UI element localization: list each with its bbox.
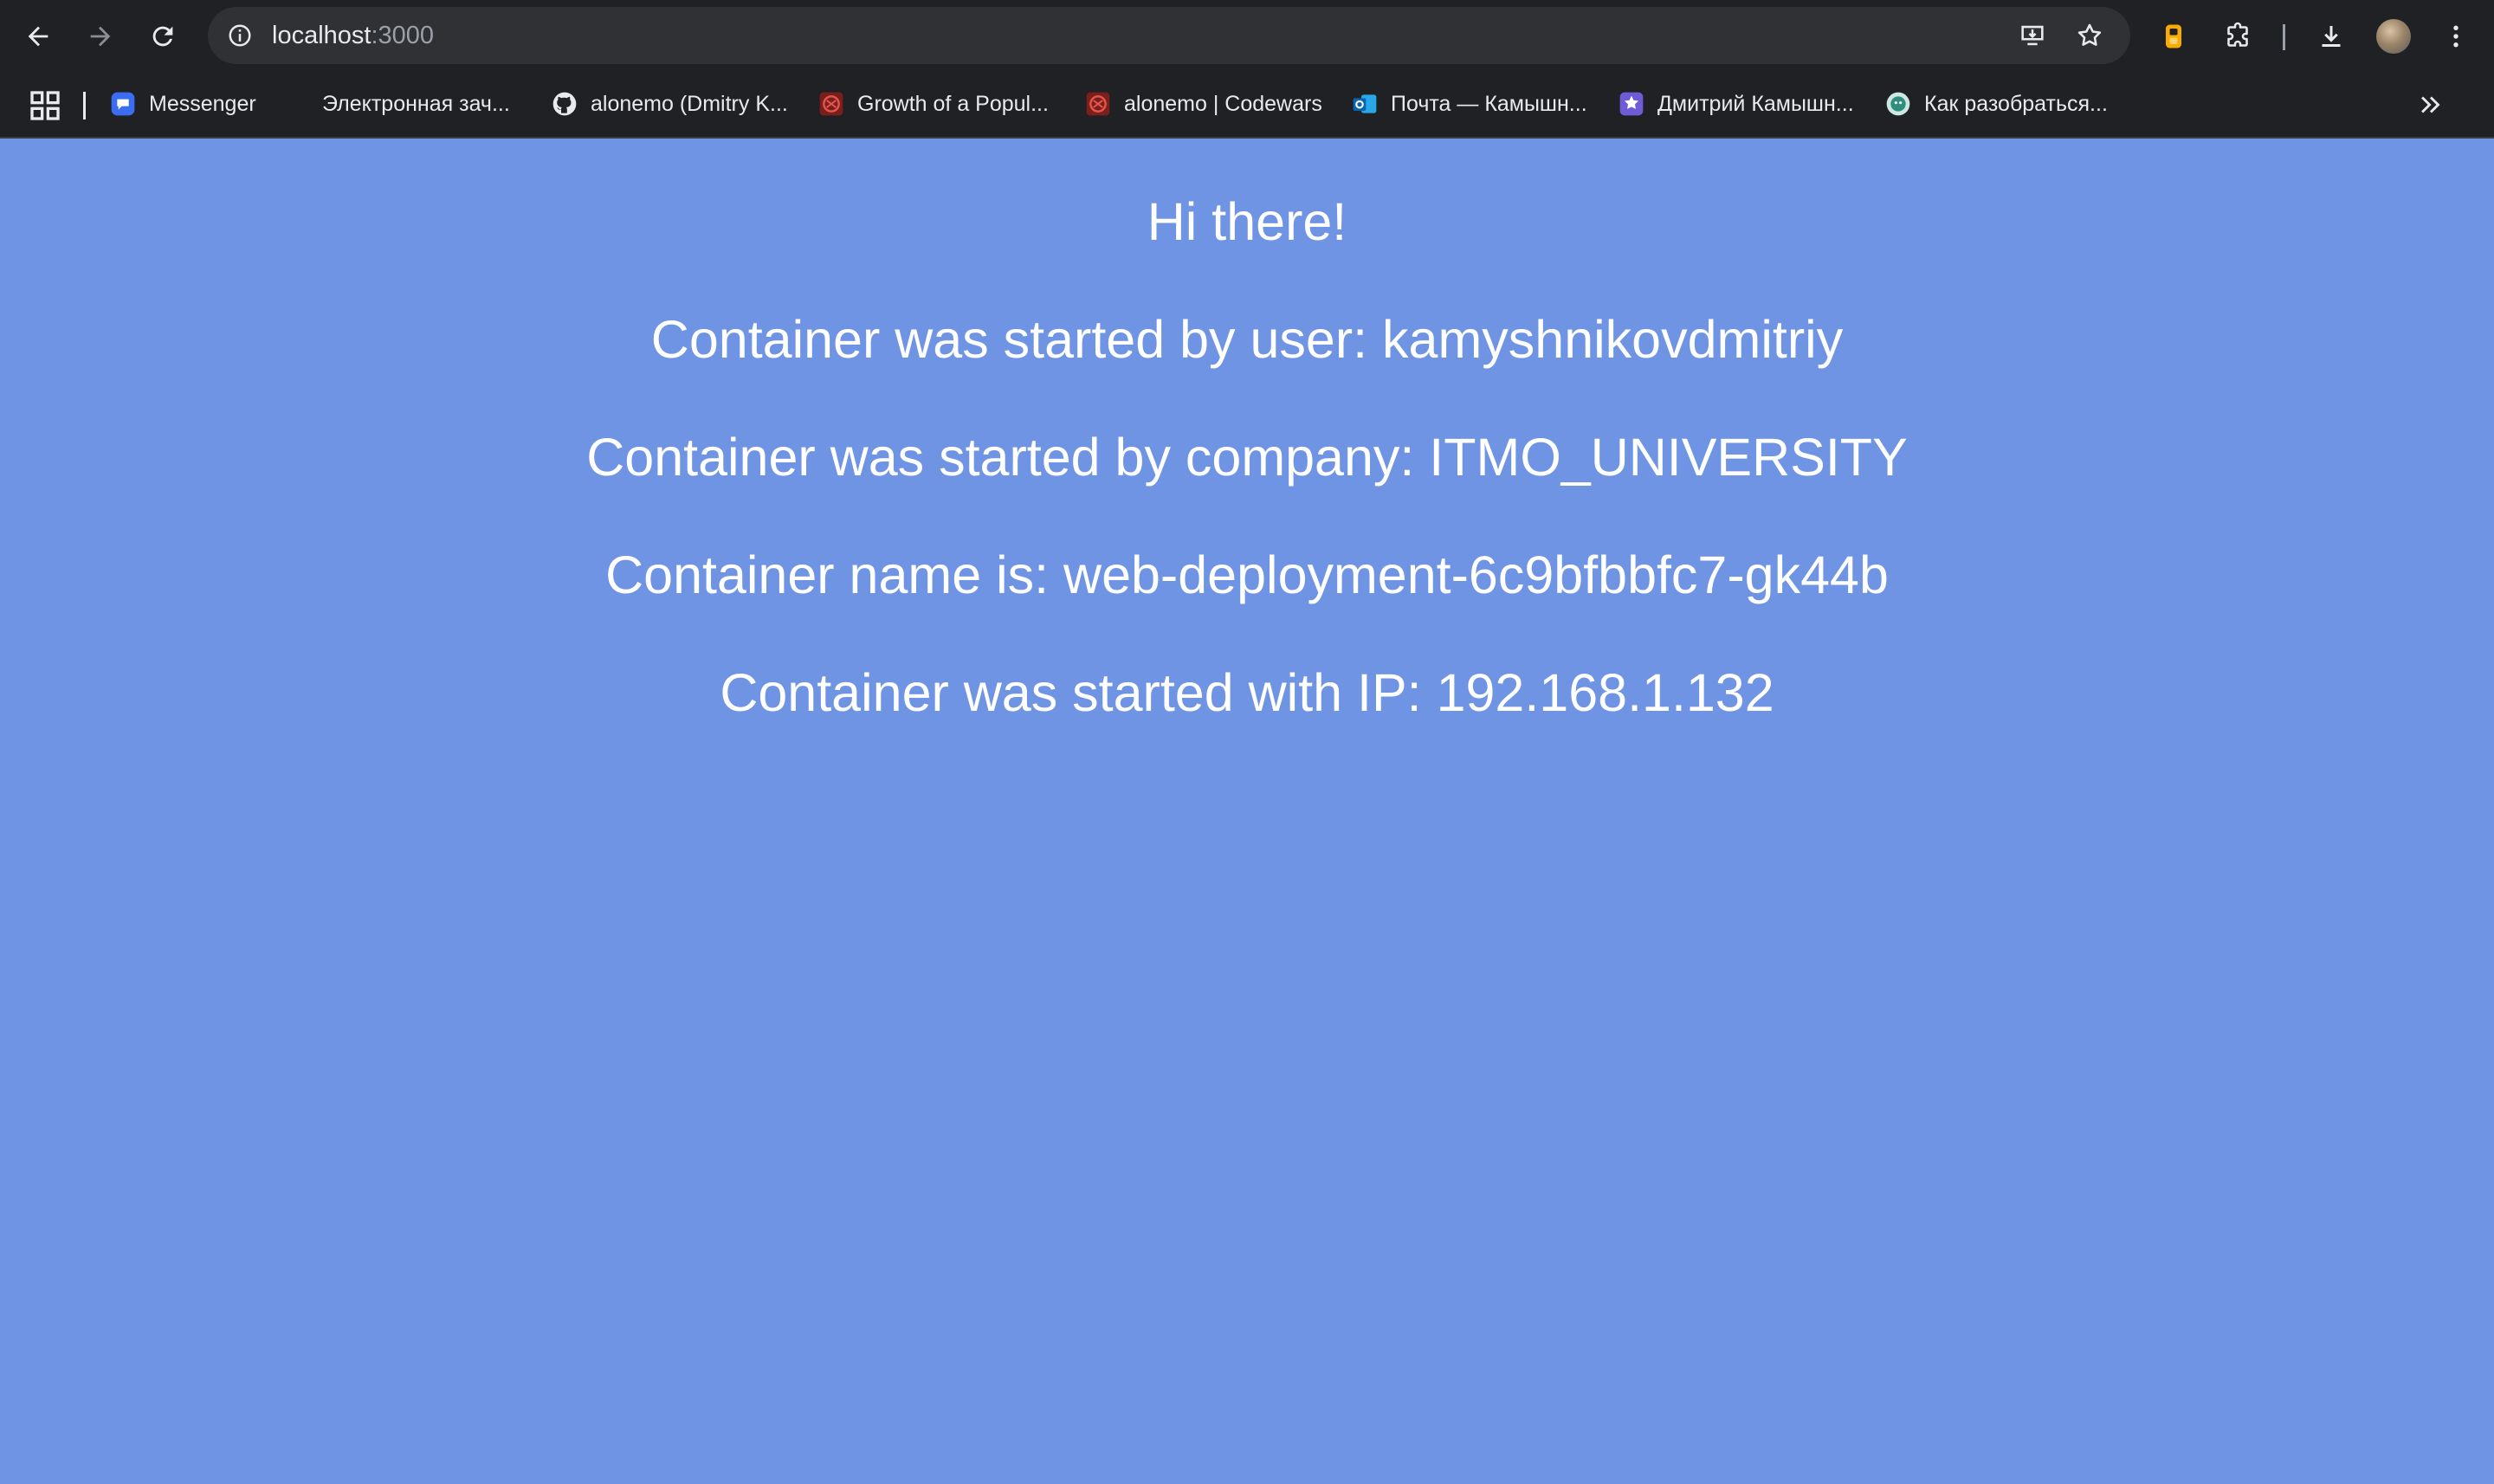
bookmark-github[interactable]: alonemo (Dmitry K... — [551, 83, 788, 125]
profile-avatar[interactable] — [2376, 19, 2411, 54]
back-icon — [28, 26, 48, 47]
bookmark-label: Дмитрий Камышн... — [1657, 91, 1854, 116]
site-info-icon — [229, 24, 251, 47]
messenger-icon — [109, 90, 137, 118]
more-menu-button[interactable] — [2433, 14, 2478, 59]
page-content: Hi there! Container was started by user:… — [0, 139, 2494, 1484]
bookmark-codewars-profile[interactable]: alonemo | Codewars — [1084, 83, 1322, 125]
browser-toolbar: localhost:3000 — [0, 0, 2494, 71]
bookmark-label: Электронная зач... — [322, 91, 510, 116]
install-app-icon — [2021, 25, 2044, 46]
codewars-icon — [1084, 90, 1112, 118]
bookmark-label: Как разобраться... — [1924, 91, 2108, 116]
reload-icon — [152, 26, 173, 47]
bookmark-label: Почта — Камышн... — [1391, 91, 1587, 116]
bookmarks-bar: Messenger Электронная зач... alonemo (Dm… — [0, 71, 2494, 139]
download-icon — [2322, 26, 2341, 47]
url-text[interactable]: localhost:3000 — [272, 7, 434, 64]
bookmark-growth-of-population[interactable]: Growth of a Popul... — [817, 83, 1049, 125]
install-app-button[interactable] — [2013, 16, 2052, 55]
url-port: :3000 — [371, 22, 435, 49]
outlook-icon — [1351, 90, 1379, 118]
forward-button[interactable] — [78, 14, 123, 59]
bookmarks-divider — [83, 92, 86, 119]
extension-icon — [2166, 24, 2181, 48]
site-info-button[interactable] — [220, 16, 260, 55]
toolbar-divider — [2283, 24, 2285, 50]
bookmark-label: alonemo | Codewars — [1124, 91, 1322, 116]
profile-badge-icon — [1618, 90, 1645, 118]
bookmark-how-to-understand[interactable]: Как разобраться... — [1884, 83, 2108, 125]
bookmark-label: Messenger — [149, 91, 256, 116]
bookmark-star-button[interactable] — [2070, 16, 2110, 55]
bookmark-outlook-mail[interactable]: Почта — Камышн... — [1351, 83, 1587, 125]
apps-grid-icon[interactable] — [28, 88, 62, 123]
chevron-double-right-icon[interactable] — [2416, 90, 2446, 119]
user-info-text: Container was started by user: kamyshnik… — [650, 310, 1844, 369]
address-bar[interactable]: localhost:3000 — [208, 7, 2130, 64]
downloads-button[interactable] — [2309, 14, 2354, 59]
codewars-icon — [817, 90, 845, 118]
extensions-puzzle-icon — [2227, 22, 2248, 47]
bookmark-label: alonemo (Dmitry K... — [591, 91, 788, 116]
extensions-menu-button[interactable] — [2215, 14, 2260, 59]
bookmark-label: Growth of a Popul... — [857, 91, 1049, 116]
bookmark-star-icon — [2077, 23, 2102, 46]
url-host: localhost — [272, 22, 372, 49]
greeting-heading: Hi there! — [1147, 192, 1347, 251]
reload-button[interactable] — [140, 14, 185, 59]
bookmark-dmitry-profile[interactable]: Дмитрий Камышн... — [1618, 83, 1854, 125]
forward-icon — [90, 26, 111, 47]
github-icon — [551, 90, 578, 118]
extension-button[interactable] — [2151, 14, 2196, 59]
container-ip-text: Container was started with IP: 192.168.1… — [720, 663, 1774, 722]
bookmark-messenger[interactable]: Messenger — [109, 83, 256, 125]
container-name-text: Container name is: web-deployment-6c9bfb… — [605, 545, 1889, 604]
bookmark-electronic-record[interactable]: Электронная зач... — [322, 83, 510, 125]
more-menu-icon — [2453, 25, 2458, 48]
back-button[interactable] — [16, 14, 61, 59]
company-info-text: Container was started by company: ITMO_U… — [586, 428, 1908, 487]
chatbot-icon — [1884, 90, 1912, 118]
